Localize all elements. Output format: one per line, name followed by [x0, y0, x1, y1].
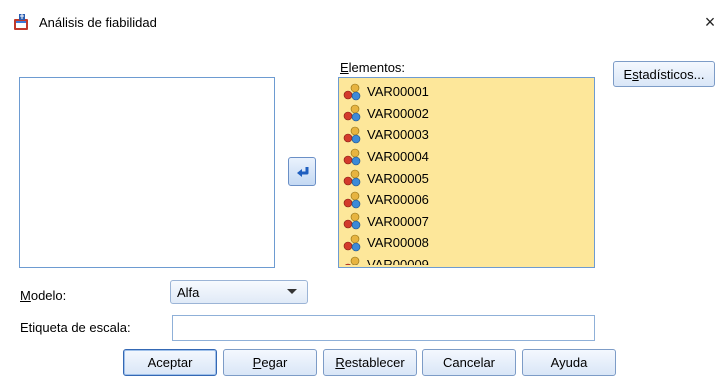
model-selected-value: Alfa [177, 285, 200, 300]
ok-button[interactable]: Aceptar [123, 349, 217, 376]
list-item-label: VAR00002 [367, 105, 429, 121]
scale-variable-icon [343, 234, 361, 252]
statistics-button[interactable]: Es tadísticos... [613, 61, 715, 87]
list-item[interactable]: VAR00007 [343, 211, 573, 233]
items-label: Elementos: [340, 60, 406, 75]
list-item-label: VAR00007 [367, 213, 429, 229]
list-item-label: VAR00005 [367, 170, 429, 186]
scale-variable-icon [343, 191, 361, 209]
reliability-analysis-icon [14, 14, 28, 30]
paste-button[interactable]: Pegar [223, 349, 317, 376]
list-item-label: VAR00006 [367, 192, 429, 208]
list-item-label: VAR00003 [367, 127, 429, 143]
scale-label-input[interactable] [172, 315, 595, 341]
list-item[interactable]: VAR00009 [343, 254, 573, 265]
list-item[interactable]: VAR00002 [343, 103, 573, 125]
reset-button[interactable]: Restablecer [323, 349, 417, 376]
scale-variable-icon [344, 256, 360, 265]
scale-label: Etiqueta de escala: [20, 320, 131, 335]
scale-variable-icon [343, 169, 361, 187]
chevron-down-icon [287, 289, 297, 294]
scale-variable-icon [343, 213, 361, 230]
window-title: Análisis de fiabilidad [39, 15, 157, 30]
model-select[interactable]: Alfa [170, 280, 308, 304]
arrow-left-icon [297, 167, 309, 177]
list-item[interactable]: VAR00003 [343, 124, 573, 146]
list-item[interactable]: VAR00005 [343, 167, 573, 189]
list-item-label: VAR00004 [367, 149, 429, 165]
items-list[interactable]: VAR00001 VAR00002 VAR00003 VAR00004 VAR00005… [338, 77, 595, 268]
help-button[interactable]: Ayuda [522, 349, 616, 376]
model-label: Modelo: [20, 288, 67, 303]
cancel-button[interactable]: Cancelar [422, 349, 516, 376]
items-list-content: VAR00001 VAR00002 VAR00003 VAR00004 VAR00005… [343, 81, 573, 265]
list-item-label: VAR00009 [367, 257, 429, 265]
scale-variable-icon [343, 126, 361, 144]
list-item[interactable]: VAR00004 [343, 146, 573, 168]
list-item[interactable]: VAR00001 [343, 81, 573, 103]
list-item[interactable]: VAR00008 [343, 232, 573, 254]
close-icon: × [704, 12, 716, 32]
list-item[interactable]: VAR00006 [343, 189, 573, 211]
scale-variable-icon [343, 83, 361, 101]
scale-variable-icon [343, 105, 361, 122]
move-variable-button[interactable] [288, 157, 316, 186]
close-button[interactable]: × [700, 11, 720, 33]
source-variables-list[interactable] [19, 77, 275, 268]
title-bar: Análisis de fiabilidad × [0, 0, 720, 46]
list-item-label: VAR00008 [367, 235, 429, 251]
scale-variable-icon [343, 148, 361, 165]
list-item-label: VAR00001 [367, 84, 429, 100]
